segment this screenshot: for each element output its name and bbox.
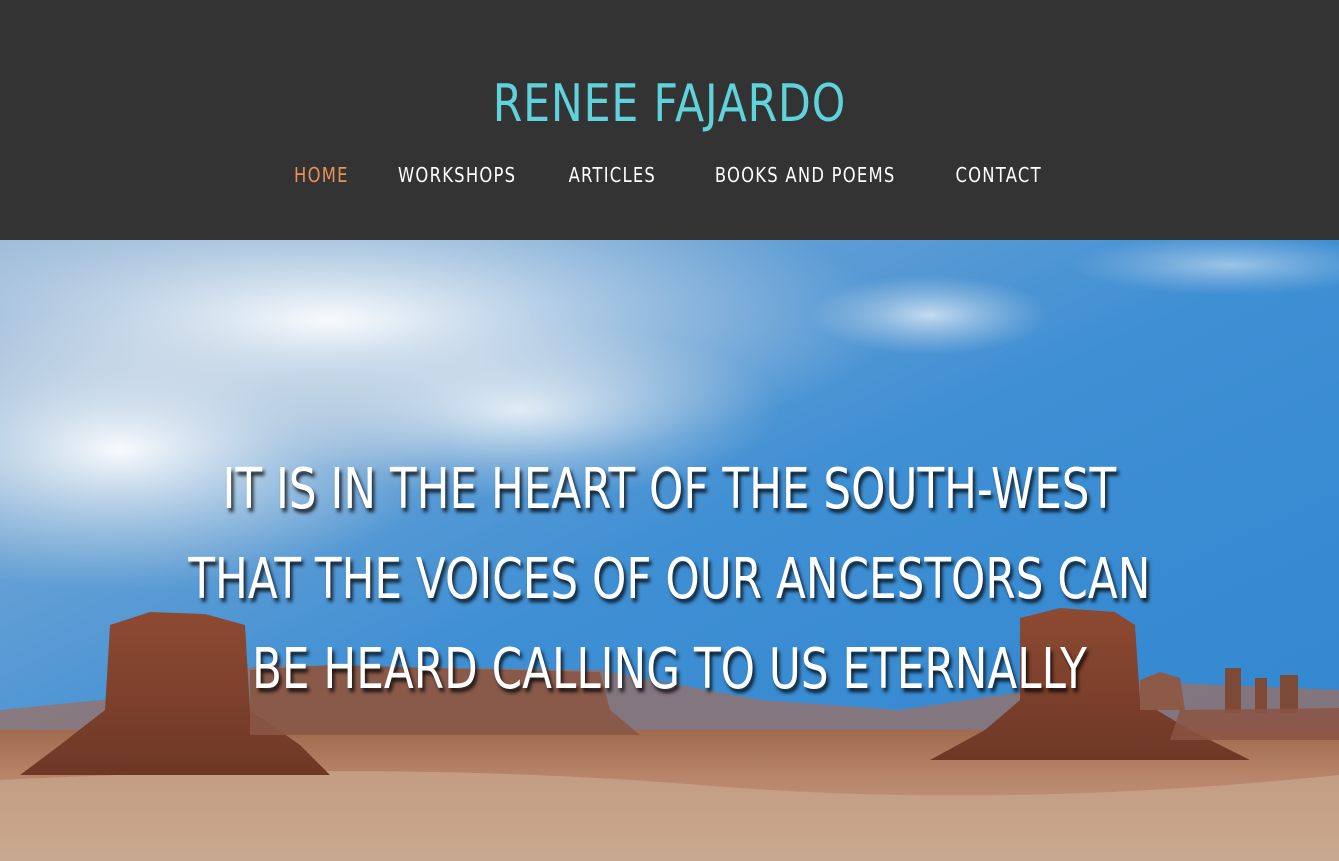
nav-item-home[interactable]: HOME [282,163,361,187]
nav-item-articles[interactable]: ARTICLES [556,163,668,187]
main-nav: HOME WORKSHOPS ARTICLES BOOKS AND POEMS … [0,158,1339,192]
hero-quote: IT IS IN THE HEART OF THE SOUTH-WEST THA… [188,457,1151,702]
hero-banner: IT IS IN THE HEART OF THE SOUTH-WEST THA… [0,240,1339,861]
site-header: RENEE FAJARDO HOME WORKSHOPS ARTICLES BO… [0,0,1339,240]
nav-item-contact[interactable]: CONTACT [943,163,1054,187]
site-title[interactable]: RENEE FAJARDO [120,66,1218,142]
nav-item-books-and-poems[interactable]: BOOKS AND POEMS [703,163,908,187]
nav-item-workshops[interactable]: WORKSHOPS [385,163,528,187]
